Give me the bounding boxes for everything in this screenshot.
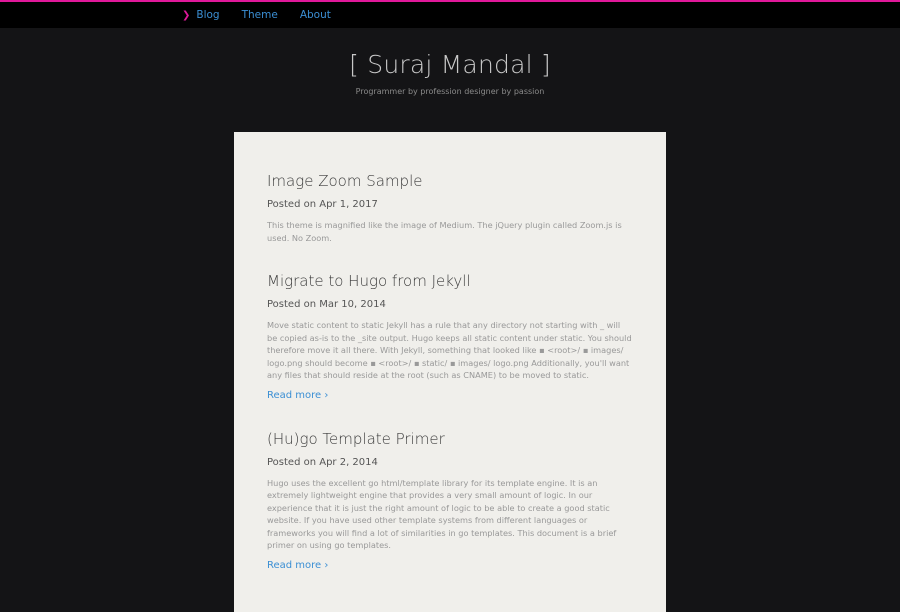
post-summary: This theme is magnified like the image o… bbox=[267, 220, 622, 243]
main-nav: ❯ Blog Theme About bbox=[182, 2, 353, 28]
nav-item-about[interactable]: About bbox=[300, 9, 331, 21]
post-summary: Hugo uses the excellent go html/template… bbox=[267, 477, 617, 551]
nav-item-label: Theme bbox=[241, 9, 278, 21]
nav-item-label: Blog bbox=[196, 9, 220, 21]
chevron-right-icon: ❯ bbox=[182, 9, 191, 21]
site-header: [ Suraj Mandal ] Programmer by professio… bbox=[0, 50, 900, 96]
post-item: Migrate to Hugo from Jekyll Posted on Ma… bbox=[267, 272, 633, 402]
post-title[interactable]: Migrate to Hugo from Jekyll bbox=[267, 272, 633, 290]
post-title[interactable]: (Hu)go Template Primer bbox=[267, 430, 633, 448]
post-list-card: Image Zoom Sample Posted on Apr 1, 2017 … bbox=[234, 132, 666, 612]
nav-item-blog[interactable]: ❯ Blog bbox=[182, 9, 220, 21]
post-item: Image Zoom Sample Posted on Apr 1, 2017 … bbox=[267, 172, 633, 244]
post-item: (Hu)go Template Primer Posted on Apr 2, … bbox=[267, 430, 633, 572]
post-date: Posted on Apr 1, 2017 bbox=[267, 199, 378, 210]
nav-item-label: About bbox=[299, 9, 331, 21]
read-more-link[interactable]: Read more › bbox=[267, 560, 328, 571]
post-date: Posted on Apr 2, 2014 bbox=[267, 456, 378, 468]
top-navigation-bar: ❯ Blog Theme About bbox=[0, 0, 900, 28]
post-title[interactable]: Image Zoom Sample bbox=[267, 172, 633, 190]
post-summary: Move static content to static Jekyll has… bbox=[267, 320, 632, 380]
read-more-link[interactable]: Read more › bbox=[267, 390, 328, 401]
nav-item-theme[interactable]: Theme bbox=[242, 9, 278, 21]
post-date: Posted on Mar 10, 2014 bbox=[267, 299, 386, 310]
site-title[interactable]: [ Suraj Mandal ] bbox=[0, 50, 900, 79]
site-subtitle: Programmer by profession designer by pas… bbox=[355, 87, 545, 96]
